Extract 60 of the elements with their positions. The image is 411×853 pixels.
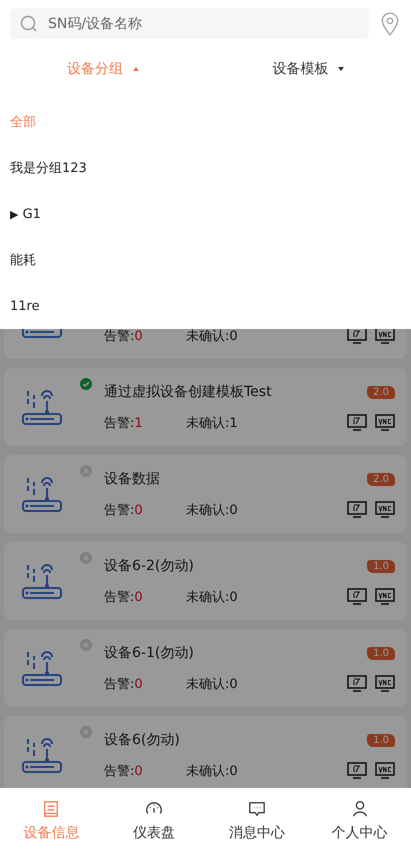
- unconfirmed-count: 未确认:0: [186, 329, 239, 345]
- version-tag: 1.0: [367, 560, 395, 572]
- monitor-icon[interactable]: [347, 762, 367, 780]
- router-icon: [20, 735, 64, 775]
- list-icon: [42, 800, 60, 818]
- nav-tab[interactable]: 消息中心: [206, 788, 308, 853]
- version-tag: 2.0: [367, 472, 395, 486]
- device-name: 通过虚拟设备创建模板Test: [104, 383, 273, 401]
- device-card[interactable]: 通过虚拟设备创建模板Test 2.0 告警:1 未确认:1: [4, 368, 407, 446]
- search-icon: [20, 14, 38, 32]
- monitor-icon[interactable]: [347, 675, 367, 693]
- router-icon: [20, 561, 64, 601]
- version-tag: 2.0: [367, 386, 395, 398]
- alarm-count: 告警:0: [104, 763, 144, 780]
- version-tag: 1.0: [367, 646, 395, 660]
- vnc-icon[interactable]: [375, 762, 395, 780]
- person-icon: [350, 800, 369, 818]
- device-card[interactable]: 设备6-2(勿动) 1.0 告警:0 未确认:0: [4, 542, 407, 620]
- alarm-count: 告警:0: [104, 589, 144, 606]
- unconfirmed-count: 未确认:0: [186, 589, 239, 606]
- unconfirmed-count: 未确认:0: [186, 676, 239, 693]
- nav-tab[interactable]: 仪表盘: [102, 788, 206, 853]
- alarm-count: 告警:0: [104, 502, 144, 519]
- router-icon: [20, 474, 64, 514]
- device-card[interactable]: 设备6-1(勿动) 1.0 告警:0 未确认:0: [4, 629, 407, 707]
- vnc-icon[interactable]: [375, 501, 395, 519]
- vnc-icon[interactable]: [375, 414, 395, 432]
- router-icon: [20, 648, 64, 688]
- monitor-icon[interactable]: [347, 501, 367, 519]
- nav-tab[interactable]: 个人中心: [308, 788, 411, 853]
- chat-icon: [248, 800, 266, 818]
- unconfirmed-count: 未确认:1: [186, 415, 239, 432]
- device-card[interactable]: 告警:0 未确认:0: [4, 329, 407, 359]
- device-name: 设备6(勿动): [104, 731, 181, 749]
- monitor-icon[interactable]: [347, 329, 367, 345]
- device-name: 设备6-2(勿动): [104, 557, 195, 575]
- vnc-icon[interactable]: [375, 675, 395, 693]
- search-input[interactable]: SN码/设备名称: [46, 14, 359, 32]
- monitor-icon[interactable]: [347, 588, 367, 606]
- filter-tab[interactable]: 设备模板: [206, 60, 411, 78]
- search-field[interactable]: SN码/设备名称: [10, 8, 369, 39]
- vnc-icon[interactable]: [375, 588, 395, 606]
- group-item[interactable]: 我是分组123: [10, 145, 87, 191]
- device-card[interactable]: 设备数据 2.0 告警:0 未确认:0: [4, 455, 407, 533]
- group-item[interactable]: 11re: [10, 283, 40, 329]
- monitor-icon[interactable]: [347, 414, 367, 432]
- router-icon: [20, 387, 64, 427]
- version-tag: 1.0: [367, 734, 395, 746]
- vnc-icon[interactable]: [375, 329, 395, 345]
- group-item[interactable]: ▶ G1: [10, 191, 41, 237]
- unconfirmed-count: 未确认:0: [186, 763, 239, 780]
- device-card[interactable]: 设备6(勿动) 1.0 告警:0 未确认:0: [4, 716, 407, 788]
- alarm-count: 告警:0: [104, 329, 144, 345]
- device-name: 设备数据: [104, 470, 161, 488]
- alarm-count: 告警:1: [104, 415, 144, 432]
- location-pin-icon[interactable]: [381, 12, 399, 36]
- unconfirmed-count: 未确认:0: [186, 502, 239, 519]
- group-item[interactable]: 能耗: [10, 237, 36, 283]
- alarm-count: 告警:0: [104, 676, 144, 693]
- device-name: 设备6-1(勿动): [104, 644, 195, 662]
